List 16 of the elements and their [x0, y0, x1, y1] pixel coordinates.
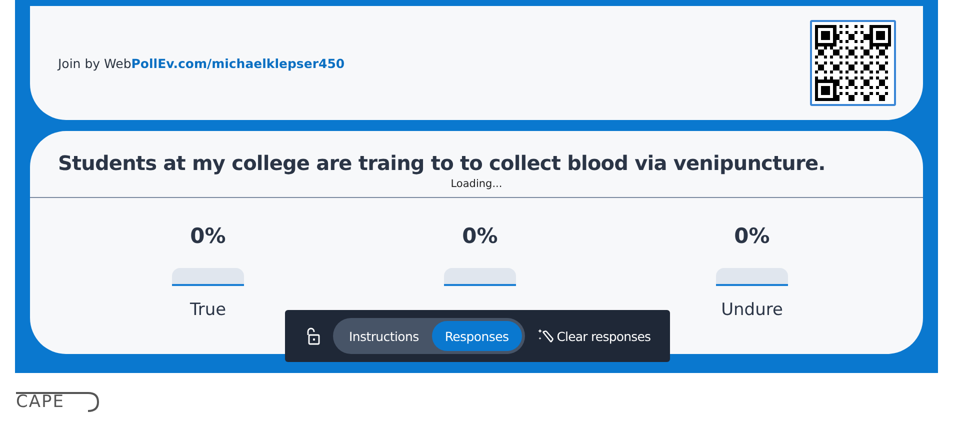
- percent-value: 0%: [462, 224, 498, 248]
- sparkle-broom-icon: [536, 327, 555, 345]
- choice-label: Undure: [721, 300, 783, 322]
- unlocked-lock-icon[interactable]: [305, 327, 321, 345]
- view-tab[interactable]: Responses: [432, 321, 522, 351]
- view-tab[interactable]: Instructions: [336, 321, 432, 351]
- cape-logo: CAPE: [12, 391, 100, 413]
- join-instructions: Join by WebPollEv.com/michaelklepser450: [58, 56, 345, 70]
- question-title: Students at my college are traing to to collect blood via venipuncture.: [58, 151, 826, 175]
- clear-responses-button[interactable]: Clear responses: [536, 327, 651, 345]
- qr-code-icon: [810, 20, 896, 106]
- choice-label: True: [190, 300, 226, 322]
- loading-text: Loading...: [450, 178, 504, 190]
- join-link[interactable]: PollEv.com/michaelklepser450: [131, 56, 345, 70]
- percent-value: 0%: [734, 224, 770, 248]
- percent-value: 0%: [190, 224, 226, 248]
